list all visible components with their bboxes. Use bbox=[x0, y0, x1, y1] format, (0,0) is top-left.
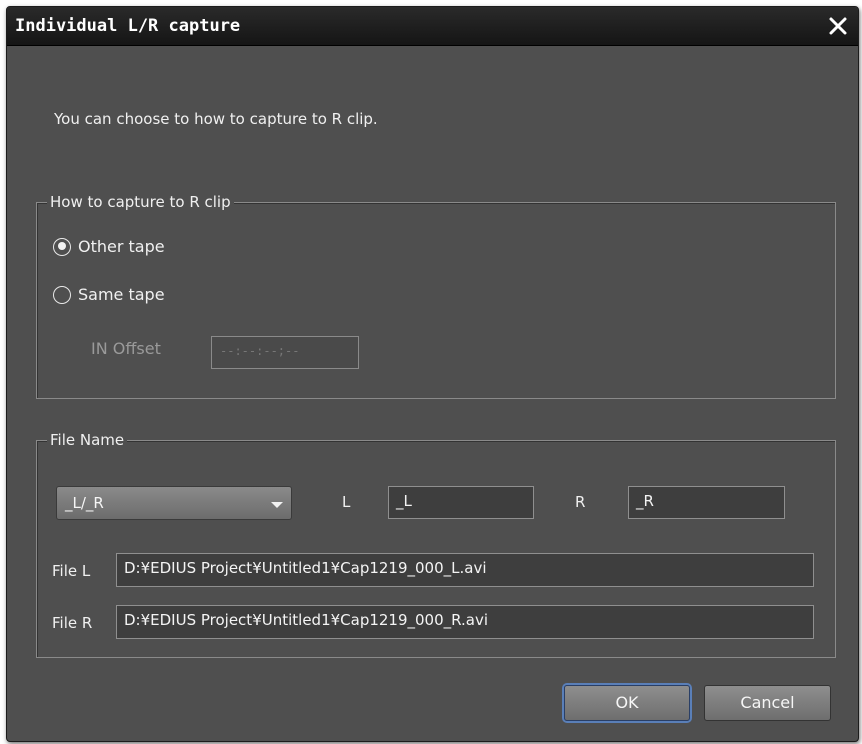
file-l-label: File L bbox=[52, 562, 91, 580]
r-suffix-field[interactable]: _R bbox=[628, 486, 785, 519]
in-offset-field[interactable]: --:--:--;-- bbox=[211, 336, 359, 369]
suffix-mode-dropdown[interactable]: _L/_R bbox=[56, 486, 292, 520]
radio-other-tape-label: Other tape bbox=[78, 237, 165, 256]
file-r-path-field[interactable]: D:¥EDIUS Project¥Untitled1¥Cap1219_000_R… bbox=[116, 605, 814, 639]
l-suffix-field[interactable]: _L bbox=[388, 486, 534, 519]
cancel-button[interactable]: Cancel bbox=[704, 685, 831, 721]
capture-method-legend: How to capture to R clip bbox=[47, 192, 234, 212]
radio-other-tape-indicator[interactable] bbox=[53, 237, 71, 256]
l-suffix-label: L bbox=[342, 493, 351, 511]
capture-method-group: How to capture to R clip Other tape Same… bbox=[36, 192, 836, 399]
intro-text: You can choose to how to capture to R cl… bbox=[54, 110, 378, 128]
radio-other-tape[interactable]: Other tape bbox=[53, 237, 165, 256]
window-title: Individual L/R capture bbox=[15, 16, 241, 36]
chevron-down-icon bbox=[271, 502, 283, 508]
in-offset-label: IN Offset bbox=[91, 339, 161, 358]
close-icon[interactable] bbox=[824, 12, 852, 40]
r-suffix-label: R bbox=[575, 493, 586, 511]
file-name-legend: File Name bbox=[47, 430, 128, 450]
file-r-label: File R bbox=[52, 614, 93, 632]
file-name-group: File Name _L/_R L _L R _R File L D:¥EDIU… bbox=[36, 430, 836, 658]
dialog-window: Individual L/R capture You can choose to… bbox=[6, 6, 859, 742]
ok-button[interactable]: OK bbox=[564, 685, 690, 721]
title-bar[interactable]: Individual L/R capture bbox=[7, 7, 858, 46]
radio-same-tape[interactable]: Same tape bbox=[53, 285, 165, 304]
suffix-mode-value: _L/_R bbox=[65, 494, 104, 512]
radio-same-tape-label: Same tape bbox=[78, 285, 165, 304]
radio-same-tape-indicator[interactable] bbox=[53, 285, 71, 304]
file-l-path-field[interactable]: D:¥EDIUS Project¥Untitled1¥Cap1219_000_L… bbox=[116, 553, 814, 587]
